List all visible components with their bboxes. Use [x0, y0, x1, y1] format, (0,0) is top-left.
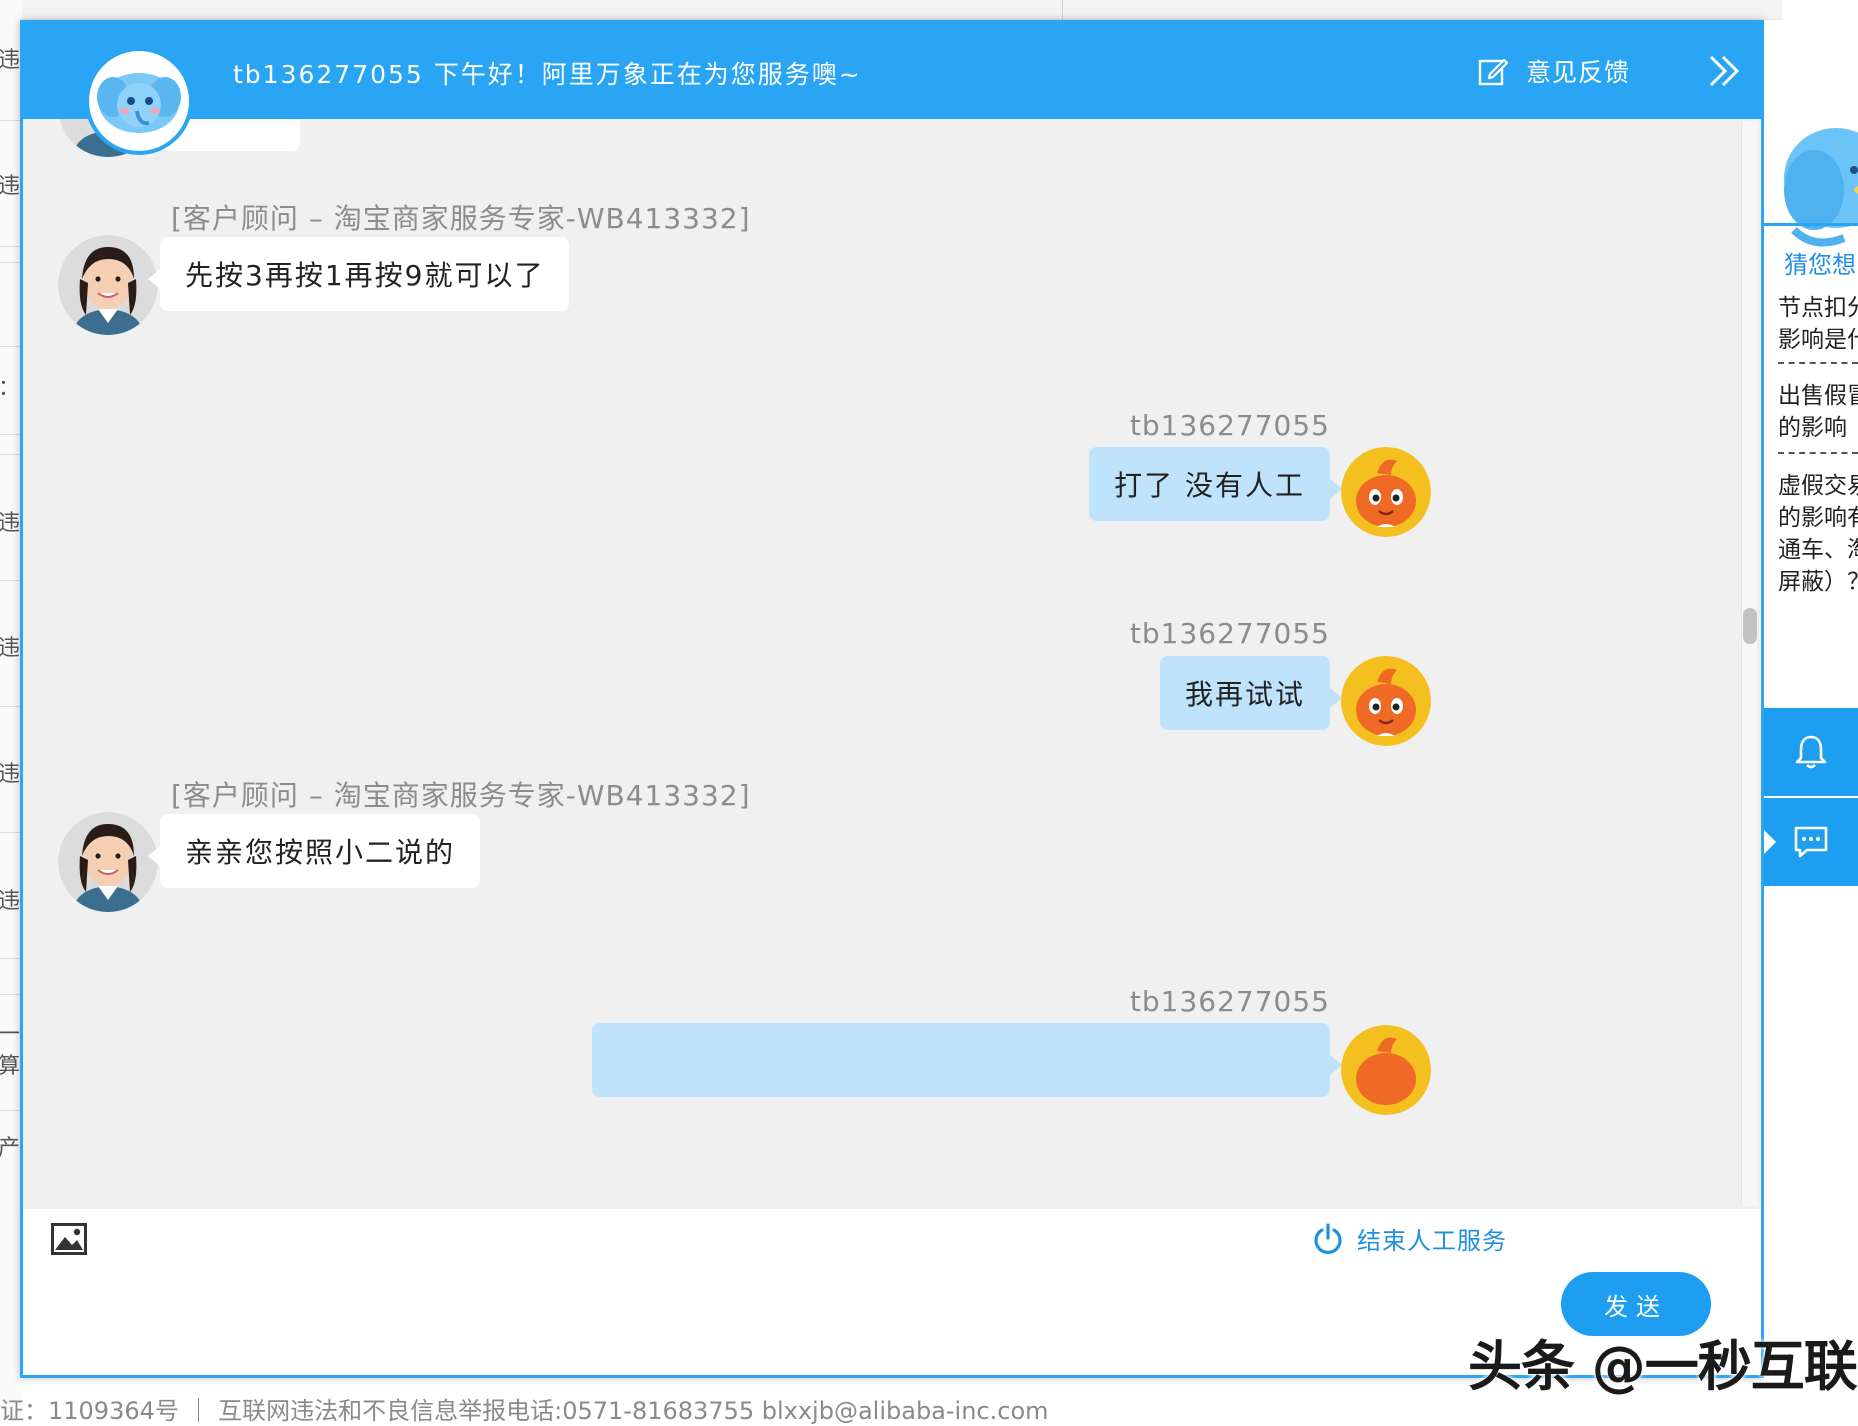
background-page-edge: 违 违 ： 违 违 违 违 一算 产: [0, 0, 22, 1420]
side-entry-line: 的影响有: [1778, 505, 1858, 531]
message-bubble: 打了 没有人工: [1089, 447, 1342, 521]
scrollbar-thumb[interactable]: [1743, 608, 1757, 644]
end-service-button[interactable]: 结束人工服务: [1313, 1221, 1507, 1256]
background-text-fragment: 违: [0, 889, 21, 914]
feedback-label: 意见反馈: [1526, 58, 1631, 87]
user-name: tb136277055: [1129, 409, 1330, 442]
edit-icon: [1478, 58, 1508, 86]
assistant-logo: [85, 47, 193, 155]
side-entry-line: 影响是什: [1778, 327, 1858, 353]
background-text-fragment: ：: [0, 376, 21, 401]
message-bubble: 我再试试: [1159, 656, 1343, 730]
end-service-label: 结束人工服务: [1357, 1227, 1507, 1255]
side-entry-line: 通车、淘: [1778, 537, 1858, 563]
customer-service-dialog: tb136277055 下午好！阿里万象正在为您服务噢~ 意见反馈 [客户顾问 …: [20, 20, 1764, 1378]
message-bubble: 先按3再按1再按9就可以了: [147, 237, 570, 311]
side-entry-line: 出售假冒: [1778, 383, 1858, 409]
elephant-mascot-icon: [1784, 128, 1858, 247]
background-text-fragment: 违: [0, 636, 21, 661]
notification-button[interactable]: [1764, 708, 1858, 796]
side-entry-line: 虚假交易: [1778, 473, 1858, 499]
chat-tool-button[interactable]: [1764, 798, 1858, 886]
greeting-text: tb136277055 下午好！阿里万象正在为您服务噢~: [233, 60, 862, 89]
agent-name: [客户顾问 – 淘宝商家服务专家-WB413332]: [171, 779, 751, 812]
background-text-fragment: 产: [0, 1136, 21, 1161]
chat-history[interactable]: [客户顾问 – 淘宝商家服务专家-WB413332] 先按3再按1再按9就可以了…: [23, 119, 1733, 1209]
background-text-fragment: 违: [0, 48, 21, 73]
user-name: tb136277055: [1129, 617, 1330, 650]
watermark-text: 头条 @一秒互联: [1468, 1335, 1858, 1398]
agent-avatar: [58, 812, 158, 912]
dialog-header: tb136277055 下午好！阿里万象正在为您服务噢~ 意见反馈: [23, 23, 1761, 119]
background-text-fragment: 违: [0, 762, 21, 787]
side-entry-line: 节点扣分: [1778, 295, 1858, 321]
side-entry[interactable]: 节点扣分 影响是什: [1778, 292, 1858, 356]
footer-license-text: 证：1109364号 ｜ 互联网违法和不良信息举报电话:0571-8168375…: [0, 1397, 1049, 1425]
bell-icon: [1795, 735, 1827, 769]
feedback-button[interactable]: 意见反馈: [1478, 53, 1630, 89]
user-avatar: [1341, 447, 1431, 537]
background-text-fragment: 违: [0, 511, 21, 536]
background-text-fragment: 一算: [0, 1022, 21, 1079]
chat-bubble-icon: [1794, 826, 1828, 858]
side-panel: 猜您想 节点扣分 影响是什 出售假冒 的影响 虚假交易 的影响有 通车、淘 屏蔽…: [1764, 20, 1858, 1380]
elephant-mascot-icon: [97, 73, 181, 133]
side-entry[interactable]: 虚假交易 的影响有 通车、淘 屏蔽）？: [1778, 470, 1858, 598]
double-chevron-right-icon[interactable]: [1703, 49, 1747, 93]
side-entry[interactable]: 出售假冒 的影响: [1778, 380, 1858, 444]
image-upload-icon[interactable]: [51, 1223, 87, 1255]
chat-scrollbar[interactable]: [1737, 121, 1761, 1206]
power-icon: [1314, 1222, 1342, 1254]
user-avatar: [1341, 656, 1431, 746]
side-entry-line: 屏蔽）？: [1778, 569, 1858, 595]
agent-name: [客户顾问 – 淘宝商家服务专家-WB413332]: [171, 202, 751, 235]
agent-avatar: [58, 235, 158, 335]
background-text-fragment: 违: [0, 174, 21, 199]
user-avatar: [1341, 1025, 1431, 1115]
message-bubble-partial: [592, 1023, 1342, 1097]
message-bubble: 亲亲您按照小二说的: [147, 814, 481, 888]
background-page-top: [22, 0, 1782, 20]
guess-title: 猜您想: [1784, 251, 1856, 279]
side-entry-line: 的影响: [1778, 415, 1847, 441]
user-name: tb136277055: [1129, 985, 1330, 1018]
